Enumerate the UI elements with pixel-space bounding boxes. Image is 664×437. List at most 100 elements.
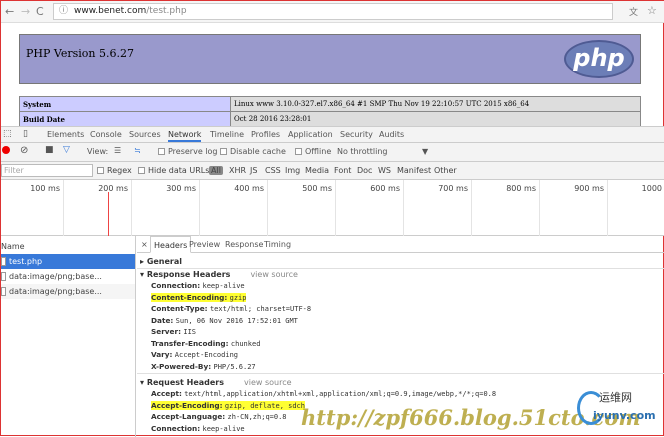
back-icon[interactable]: ← bbox=[5, 5, 14, 18]
header-value: chunked bbox=[230, 339, 261, 348]
header-line: Accept-Encoding: gzip, deflate, sdch bbox=[151, 400, 305, 410]
watermark-logo: 运维网 iyunv.com bbox=[577, 387, 663, 435]
request-headers-section[interactable]: ▾ Request Headers view source bbox=[140, 378, 292, 387]
list-item[interactable]: test.php bbox=[1, 254, 135, 269]
row-value: Oct 28 2016 23:28:01 bbox=[230, 111, 641, 127]
tab-response[interactable]: Response bbox=[225, 240, 263, 249]
ruler-tick: 100 ms bbox=[1, 180, 64, 236]
header-key: Server: bbox=[151, 327, 182, 336]
general-section[interactable]: ▸ General bbox=[140, 257, 182, 266]
translate-icon[interactable]: 文 bbox=[629, 5, 638, 18]
header-key: Date: bbox=[151, 315, 174, 325]
header-line: Connection: keep-alive bbox=[151, 281, 245, 290]
filter-other[interactable]: Other bbox=[434, 166, 457, 175]
disable-cache-checkbox[interactable]: Disable cache bbox=[220, 147, 286, 156]
filter-input[interactable]: Filter bbox=[1, 164, 93, 177]
tab-profiles[interactable]: Profiles bbox=[251, 130, 280, 139]
list-item[interactable]: data:image/png;base... bbox=[1, 269, 135, 284]
filter-font[interactable]: Font bbox=[334, 166, 351, 175]
response-headers-section[interactable]: ▾ Response Headers view source bbox=[140, 270, 298, 279]
address-bar[interactable]: ⓘ www.benet.com/test.php bbox=[53, 3, 613, 20]
hide-data-urls-label: Hide data URLs bbox=[148, 166, 210, 175]
filter-doc[interactable]: Doc bbox=[357, 166, 372, 175]
tab-elements[interactable]: Elements bbox=[47, 130, 84, 139]
request-name: data:image/png;base... bbox=[9, 272, 102, 281]
header-line: Transfer-Encoding: chunked bbox=[151, 339, 260, 348]
php-logo: php bbox=[564, 40, 634, 78]
filter-xhr[interactable]: XHR bbox=[229, 166, 246, 175]
device-icon[interactable]: ▯ bbox=[23, 129, 28, 139]
filter-ws[interactable]: WS bbox=[378, 166, 391, 175]
tab-timeline[interactable]: Timeline bbox=[210, 130, 244, 139]
regex-checkbox[interactable]: Regex bbox=[97, 166, 132, 175]
header-value: zh-CN,zh;q=0.8 bbox=[227, 413, 287, 421]
info-icon: ⓘ bbox=[59, 6, 69, 16]
header-key: Connection: bbox=[151, 423, 201, 433]
ruler-tick: 400 ms bbox=[200, 180, 268, 236]
tab-sources[interactable]: Sources bbox=[129, 130, 161, 139]
header-value: gzip, deflate, sdch bbox=[224, 401, 305, 410]
ruler-tick: 1000 bbox=[641, 184, 662, 193]
view-source-link[interactable]: view source bbox=[244, 378, 292, 387]
camera-icon[interactable]: ■ bbox=[45, 145, 54, 155]
filter-manifest[interactable]: Manifest bbox=[397, 166, 431, 175]
list-item[interactable]: data:image/png;base... bbox=[1, 284, 135, 299]
ruler-tick: 900 ms bbox=[540, 180, 608, 236]
header-key: Accept: bbox=[151, 389, 182, 398]
hide-data-urls-checkbox[interactable]: Hide data URLs bbox=[138, 166, 209, 175]
header-line: Accept-Language: zh-CN,zh;q=0.8 bbox=[151, 412, 287, 421]
header-line: Date: Sun, 06 Nov 2016 17:52:01 GMT bbox=[151, 316, 298, 325]
filter-all[interactable]: All bbox=[209, 166, 223, 175]
offline-checkbox[interactable]: Offline bbox=[295, 147, 331, 156]
close-icon[interactable]: × bbox=[141, 240, 148, 249]
load-event-line bbox=[108, 192, 109, 236]
timeline-overview[interactable]: 100 ms 200 ms 300 ms 400 ms 500 ms 600 m… bbox=[1, 180, 664, 236]
chevron-down-icon[interactable]: ▼ bbox=[422, 147, 428, 156]
row-key: System bbox=[19, 96, 231, 112]
preserve-log-checkbox[interactable]: Preserve log bbox=[158, 147, 218, 156]
header-key: Accept-Encoding: bbox=[151, 400, 223, 410]
tab-network[interactable]: Network bbox=[168, 130, 202, 142]
header-key: Content-Type: bbox=[151, 304, 208, 313]
row-value: Linux www 3.10.0-327.el7.x86_64 #1 SMP T… bbox=[230, 96, 641, 112]
filter-img[interactable]: Img bbox=[285, 166, 300, 175]
view-source-link[interactable]: view source bbox=[250, 270, 298, 279]
tab-timing[interactable]: Timing bbox=[264, 240, 291, 249]
ruler-tick: 600 ms bbox=[336, 180, 404, 236]
filter-css[interactable]: CSS bbox=[265, 166, 281, 175]
tab-preview[interactable]: Preview bbox=[189, 240, 220, 249]
tab-audits[interactable]: Audits bbox=[379, 130, 404, 139]
inspect-icon[interactable]: ⬚ bbox=[3, 129, 12, 139]
header-value: text/html,application/xhtml+xml,applicat… bbox=[184, 390, 497, 398]
filter-icon[interactable]: ▽ bbox=[63, 145, 70, 155]
ruler-tick: 500 ms bbox=[268, 180, 336, 236]
section-title: Response Headers bbox=[146, 270, 231, 279]
reload-icon[interactable]: C bbox=[36, 5, 44, 18]
filter-js[interactable]: JS bbox=[250, 166, 257, 175]
forward-icon[interactable]: → bbox=[21, 5, 30, 18]
logo-en: iyunv.com bbox=[593, 409, 656, 422]
header-line: Vary: Accept-Encoding bbox=[151, 350, 238, 359]
tab-headers[interactable]: Headers bbox=[150, 236, 192, 253]
tab-application[interactable]: Application bbox=[288, 130, 333, 139]
header-value: text/html; charset=UTF-8 bbox=[209, 305, 312, 313]
view-label: View: bbox=[87, 147, 109, 156]
throttling-select[interactable]: No throttling bbox=[337, 147, 388, 156]
clear-icon[interactable]: ⊘ bbox=[20, 145, 28, 156]
regex-label: Regex bbox=[107, 166, 132, 175]
star-icon[interactable]: ☆ bbox=[647, 4, 657, 17]
tab-console[interactable]: Console bbox=[90, 130, 122, 139]
header-key: Transfer-Encoding: bbox=[151, 338, 229, 348]
filter-media[interactable]: Media bbox=[305, 166, 329, 175]
waterfall-view-icon[interactable]: ≒ bbox=[134, 146, 141, 155]
section-title: Request Headers bbox=[146, 378, 224, 387]
record-icon[interactable] bbox=[2, 146, 10, 154]
header-key: Accept-Language: bbox=[151, 412, 226, 421]
request-name: data:image/png;base... bbox=[9, 287, 102, 296]
detail-tabs: × Headers Preview Response Timing bbox=[137, 236, 664, 253]
tab-security[interactable]: Security bbox=[340, 130, 373, 139]
list-view-icon[interactable]: ☰ bbox=[114, 146, 121, 155]
row-key: Build Date bbox=[19, 111, 231, 127]
header-value: Accept-Encoding bbox=[174, 351, 238, 359]
name-column-header[interactable]: Name bbox=[1, 239, 135, 254]
